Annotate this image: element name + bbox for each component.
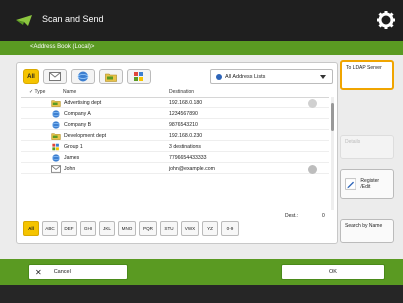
- scan-send-icon: [16, 15, 32, 26]
- row-destination: 1234567890: [169, 111, 198, 117]
- row-select-radio[interactable]: [308, 99, 317, 108]
- cancel-button[interactable]: ✕ Cancel: [28, 264, 128, 280]
- folder-icon: [51, 133, 61, 140]
- register-edit-label: Register /Edit: [360, 178, 380, 190]
- destination-column-header[interactable]: Destination: [169, 89, 194, 95]
- globe-icon: [52, 154, 60, 162]
- dest-count-value: 0: [322, 213, 325, 219]
- breadcrumb: <Address Book (Local)>: [0, 41, 403, 55]
- row-select-radio[interactable]: [308, 165, 317, 174]
- index-key[interactable]: VWX: [181, 221, 199, 236]
- edit-pen-icon: [345, 178, 357, 190]
- search-by-name-button[interactable]: Search by Name: [340, 219, 394, 243]
- row-name: Group 1: [64, 144, 83, 150]
- row-destination: 7796654433333: [169, 155, 207, 161]
- globe-icon: [77, 71, 89, 82]
- index-key[interactable]: JKL: [99, 221, 115, 236]
- name-column-header[interactable]: Name: [63, 89, 76, 95]
- row-destination: 9876543210: [169, 122, 198, 128]
- app-title: Scan and Send: [42, 14, 104, 24]
- globe-icon: [52, 121, 60, 129]
- row-name: Company A: [64, 111, 91, 117]
- ok-button[interactable]: OK: [281, 264, 385, 280]
- group-icon: [134, 72, 143, 81]
- table-row[interactable]: Company A 1234567890: [21, 109, 329, 119]
- index-key[interactable]: GHI: [80, 221, 96, 236]
- index-key[interactable]: PQR: [139, 221, 157, 236]
- register-edit-button[interactable]: Register /Edit: [340, 169, 394, 199]
- email-icon: [51, 165, 61, 173]
- tab-group[interactable]: [127, 69, 151, 84]
- header-bar: Scan and Send: [0, 0, 403, 41]
- tab-fax[interactable]: [71, 69, 95, 84]
- tab-file[interactable]: [99, 69, 123, 84]
- type-column-header[interactable]: ✓ Type: [29, 89, 45, 95]
- row-destination: john@example.com: [169, 166, 215, 172]
- tab-all-label: All: [27, 73, 35, 80]
- address-book-label: <Address Book (Local)>: [30, 44, 95, 50]
- table-row[interactable]: Advertising dept 192.168.0.180: [21, 98, 329, 108]
- tab-email[interactable]: [43, 69, 67, 84]
- index-key[interactable]: MNO: [118, 221, 136, 236]
- folder-icon: [51, 100, 61, 107]
- address-list-dropdown[interactable]: All Address Lists: [210, 69, 333, 84]
- chevron-down-icon: [320, 75, 326, 79]
- table-row[interactable]: Development dept 192.168.0.230: [21, 131, 329, 141]
- index-key[interactable]: DEF: [61, 221, 77, 236]
- row-name: James: [64, 155, 80, 161]
- index-key[interactable]: ABC: [42, 221, 58, 236]
- index-key[interactable]: All: [23, 221, 39, 236]
- list-scrollbar[interactable]: [331, 97, 334, 210]
- main-area: All All Address Lists ✓ Type Name Destin…: [0, 55, 403, 259]
- index-key[interactable]: STU: [160, 221, 178, 236]
- address-list-value: All Address Lists: [225, 73, 266, 80]
- row-destination: 3 destinations: [169, 144, 202, 150]
- table-row[interactable]: Company B 9876543210: [21, 120, 329, 130]
- tab-all[interactable]: All: [23, 69, 39, 84]
- index-key[interactable]: 0-9: [221, 221, 239, 236]
- gear-icon[interactable]: [377, 11, 395, 29]
- folder-icon: [105, 73, 117, 82]
- index-key[interactable]: YZ: [202, 221, 218, 236]
- address-panel: All All Address Lists ✓ Type Name Destin…: [16, 62, 338, 244]
- row-name: Company B: [64, 122, 92, 128]
- details-label: Details: [345, 139, 361, 145]
- table-row[interactable]: John john@example.com: [21, 164, 329, 174]
- cancel-label: Cancel: [53, 269, 71, 275]
- row-destination: 192.168.0.230: [169, 133, 203, 139]
- search-by-name-label: Search by Name: [345, 223, 383, 229]
- address-list-icon: [216, 74, 222, 80]
- table-row[interactable]: Group 1 3 destinations: [21, 142, 329, 152]
- group-icon: [52, 143, 59, 151]
- row-destination: 192.168.0.180: [169, 100, 203, 106]
- destination-list: Advertising dept 192.168.0.180 Company A…: [21, 97, 329, 210]
- ok-label: OK: [329, 269, 337, 275]
- scrollbar-thumb[interactable]: [331, 103, 334, 131]
- to-ldap-server-label: To LDAP Server: [346, 65, 382, 71]
- globe-icon: [52, 110, 60, 118]
- row-name: Development dept: [64, 133, 107, 139]
- close-icon: ✕: [35, 267, 42, 277]
- row-name: Advertising dept: [64, 100, 102, 106]
- bottom-bar: [0, 285, 403, 303]
- sort-check-icon: ✓: [29, 89, 34, 95]
- dest-count-label: Dest.:: [285, 213, 299, 219]
- to-ldap-server-button[interactable]: To LDAP Server: [340, 60, 394, 90]
- table-row[interactable]: James 7796654433333: [21, 153, 329, 163]
- row-name: John: [64, 166, 76, 172]
- details-button[interactable]: Details: [340, 135, 394, 159]
- footer-bar: ✕ Cancel OK: [0, 259, 403, 285]
- email-icon: [49, 72, 61, 81]
